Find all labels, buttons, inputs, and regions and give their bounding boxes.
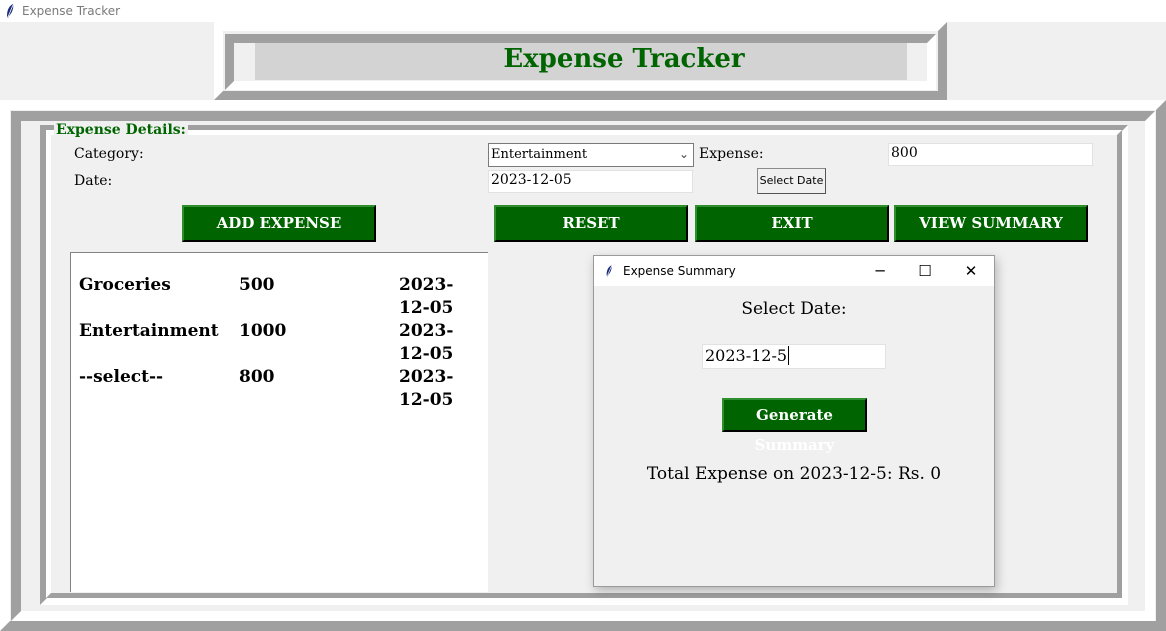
- list-item-date: 2023-12-05: [399, 321, 454, 364]
- chevron-down-icon: ⌄: [678, 147, 689, 161]
- exit-button[interactable]: EXIT: [695, 205, 889, 242]
- feather-icon: [606, 265, 612, 277]
- list-item-amount: 800: [239, 367, 275, 387]
- feather-icon: [7, 4, 14, 18]
- list-item-category: --select--: [79, 367, 164, 387]
- list-item-date: 2023-12-05: [399, 275, 454, 318]
- dialog-title: Expense Summary: [623, 264, 736, 278]
- list-item-amount: 1000: [239, 321, 287, 341]
- total-expense-text: Total Expense on 2023-12-5: Rs. 0: [646, 464, 942, 484]
- expense-list[interactable]: Groceries 500 2023-12-05 Entertainment 1…: [70, 252, 488, 592]
- page-title: Expense Tracker: [503, 44, 745, 74]
- list-item-category: Groceries: [79, 275, 171, 295]
- summary-dialog: Expense Summary ─ ☐ ✕ Select Date: 2023-…: [593, 255, 995, 587]
- window-title: Expense Tracker: [22, 4, 121, 18]
- dialog-date-value: 2023-12-5: [705, 346, 788, 365]
- dialog-select-date-label: Select Date:: [741, 299, 847, 319]
- category-select-value: Entertainment: [491, 147, 588, 162]
- list-item-amount: 500: [239, 275, 275, 295]
- minimize-icon[interactable]: ─: [869, 260, 891, 282]
- list-item-category: Entertainment: [79, 321, 219, 341]
- expense-label: Expense:: [699, 146, 764, 162]
- close-icon[interactable]: ✕: [960, 260, 982, 282]
- reset-button[interactable]: RESET: [494, 205, 688, 242]
- window-titlebar[interactable]: [0, 0, 1166, 22]
- select-date-button[interactable]: Select Date: [757, 168, 826, 194]
- expense-input[interactable]: 800: [888, 143, 1093, 166]
- maximize-icon[interactable]: ☐: [914, 260, 936, 282]
- date-input[interactable]: 2023-12-05: [488, 170, 693, 193]
- add-expense-button[interactable]: ADD EXPENSE: [182, 205, 376, 242]
- generate-summary-button[interactable]: Generate Summary: [722, 398, 867, 454]
- details-legend: Expense Details:: [54, 122, 188, 138]
- dialog-date-input[interactable]: 2023-12-5: [702, 344, 886, 369]
- text-cursor: [788, 346, 790, 365]
- view-summary-button[interactable]: VIEW SUMMARY: [894, 205, 1088, 242]
- list-item-date: 2023-12-05: [399, 367, 454, 410]
- category-label: Category:: [74, 146, 144, 162]
- date-label: Date:: [74, 173, 113, 189]
- category-select[interactable]: Entertainment ⌄: [488, 143, 694, 167]
